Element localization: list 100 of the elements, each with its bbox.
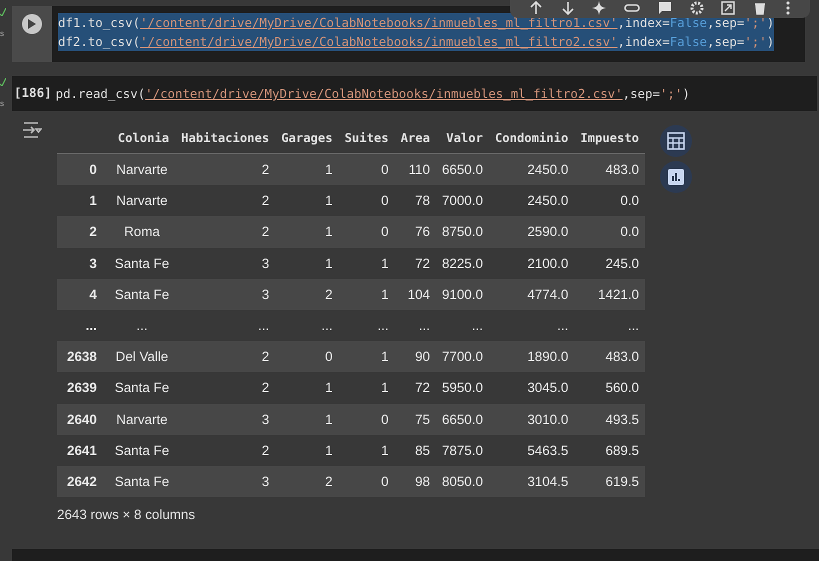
table-cell: 0 bbox=[338, 185, 395, 216]
table-cell: 72 bbox=[394, 248, 436, 279]
table-cell: 85 bbox=[394, 434, 436, 466]
row-index: 2642 bbox=[57, 466, 109, 498]
table-cell: 619.5 bbox=[574, 466, 646, 498]
table-view-button[interactable] bbox=[660, 125, 692, 157]
output-toggle-icon[interactable] bbox=[22, 121, 42, 139]
table-cell: 7000.0 bbox=[436, 185, 489, 216]
row-index: 3 bbox=[57, 248, 109, 279]
trash-icon[interactable] bbox=[753, 1, 768, 15]
more-icon[interactable] bbox=[785, 1, 791, 15]
table-cell: 3 bbox=[175, 248, 276, 279]
table-cell: 2 bbox=[175, 185, 276, 216]
table-cell: 5463.5 bbox=[488, 434, 574, 466]
code-cell[interactable]: df1.to_csv('/content/drive/MyDrive/ColabNotebooks/inmuebles_ml_filtro1.csv',index=False,sep=';') df2.to_csv('/content/drive/MyDrive/ColabNotebooks/inmuebles_ml_filtro2.csv',index=False,sep=';') bbox=[12, 6, 805, 62]
table-cell: 483.0 bbox=[574, 154, 646, 186]
check-icon bbox=[0, 8, 6, 16]
run-button[interactable] bbox=[22, 14, 42, 34]
table-cell: Del Valle bbox=[108, 341, 176, 372]
sparkle-icon[interactable] bbox=[592, 1, 606, 15]
chart-button[interactable] bbox=[660, 161, 692, 193]
table-cell: 1 bbox=[275, 185, 339, 216]
table-cell: 8050.0 bbox=[436, 466, 489, 498]
code-cell[interactable]: [186] pd.read_csv('/content/drive/MyDrive/ColabNotebooks/inmuebles_ml_filtro2.csv',sep=';') bbox=[12, 76, 817, 111]
table-cell: 6650.0 bbox=[436, 404, 489, 435]
table-cell: ... bbox=[574, 310, 646, 342]
code-line: pd.read_csv('/content/drive/MyDrive/ColabNotebooks/inmuebles_ml_filtro2.csv',sep=';') bbox=[56, 85, 690, 103]
table-cell: 4774.0 bbox=[488, 278, 574, 310]
table-cell: 2450.0 bbox=[488, 154, 574, 186]
table-cell: 1 bbox=[338, 341, 395, 372]
table-cell: 76 bbox=[394, 216, 436, 248]
table-cell: 0 bbox=[275, 341, 339, 372]
table-cell: 3010.0 bbox=[488, 404, 574, 435]
table-cell: ... bbox=[338, 310, 395, 342]
table-cell: 1 bbox=[275, 216, 339, 248]
table-cell: 1 bbox=[275, 154, 339, 186]
table-cell: 1 bbox=[275, 434, 339, 466]
table-cell: ... bbox=[488, 310, 574, 342]
run-time: s bbox=[0, 30, 4, 38]
table-cell: 2 bbox=[175, 154, 276, 186]
table-cell: 7700.0 bbox=[436, 341, 489, 372]
arrow-up-icon[interactable] bbox=[528, 1, 543, 15]
table-cell: 245.0 bbox=[574, 248, 646, 279]
table-icon bbox=[667, 132, 686, 150]
table-cell: 104 bbox=[394, 278, 436, 310]
table-cell: 0.0 bbox=[574, 185, 646, 216]
table-cell: 1421.0 bbox=[574, 278, 646, 310]
row-index: 0 bbox=[57, 154, 109, 186]
table-cell: 9100.0 bbox=[436, 278, 489, 310]
row-index: ... bbox=[57, 310, 109, 342]
table-cell: Narvarte bbox=[108, 154, 176, 186]
comment-icon[interactable] bbox=[658, 1, 672, 15]
settings-icon[interactable] bbox=[690, 1, 704, 15]
table-cell: 3 bbox=[175, 466, 276, 498]
table-cell: 7875.0 bbox=[436, 434, 489, 466]
table-cell: 2590.0 bbox=[488, 216, 574, 248]
table-cell: 483.0 bbox=[574, 341, 646, 372]
bar-chart-icon bbox=[667, 168, 686, 186]
table-cell: 0 bbox=[338, 466, 395, 498]
table-cell: 8750.0 bbox=[436, 216, 489, 248]
check-icon bbox=[0, 78, 6, 86]
table-cell: ... bbox=[108, 310, 176, 342]
next-code-cell[interactable] bbox=[12, 549, 819, 561]
table-cell: 1 bbox=[338, 434, 395, 466]
table-cell: 2 bbox=[175, 434, 276, 466]
link-icon[interactable] bbox=[624, 1, 640, 15]
table-cell: ... bbox=[275, 310, 339, 342]
table-cell: 0.0 bbox=[574, 216, 646, 248]
table-cell: 0 bbox=[338, 216, 395, 248]
table-cell: 0 bbox=[338, 404, 395, 435]
table-cell: 2 bbox=[175, 216, 276, 248]
table-cell: Santa Fe bbox=[108, 278, 176, 310]
table-cell: 8225.0 bbox=[436, 248, 489, 279]
arrow-down-icon[interactable] bbox=[560, 1, 575, 15]
row-index: 2640 bbox=[57, 404, 109, 435]
table-summary: 2643 rows × 8 columns bbox=[57, 507, 196, 522]
row-index: 2638 bbox=[57, 341, 109, 372]
table-cell: 1 bbox=[275, 404, 339, 435]
table-cell: 3104.5 bbox=[488, 466, 574, 498]
row-index: 2641 bbox=[57, 434, 109, 466]
table-cell: 0 bbox=[338, 154, 395, 186]
row-index: 4 bbox=[57, 278, 109, 310]
table-cell: 90 bbox=[394, 341, 436, 372]
table-cell: 1 bbox=[338, 278, 395, 310]
table-cell: 2 bbox=[275, 466, 339, 498]
play-icon bbox=[28, 19, 36, 29]
table-cell: 2 bbox=[275, 278, 339, 310]
table-cell: 1 bbox=[275, 248, 339, 279]
execution-count: [186] bbox=[13, 84, 53, 100]
table-cell: 78 bbox=[394, 185, 436, 216]
table-cell: 689.5 bbox=[574, 434, 646, 466]
export-icon[interactable] bbox=[721, 1, 736, 15]
table-cell: 3 bbox=[175, 278, 276, 310]
table-cell: Narvarte bbox=[108, 185, 176, 216]
table-cell: ... bbox=[436, 310, 489, 342]
table-cell: 2 bbox=[175, 341, 276, 372]
run-time: s bbox=[0, 100, 4, 108]
table-cell: 3 bbox=[175, 404, 276, 435]
table-cell: Santa Fe bbox=[108, 434, 176, 466]
row-index: 1 bbox=[57, 185, 109, 216]
